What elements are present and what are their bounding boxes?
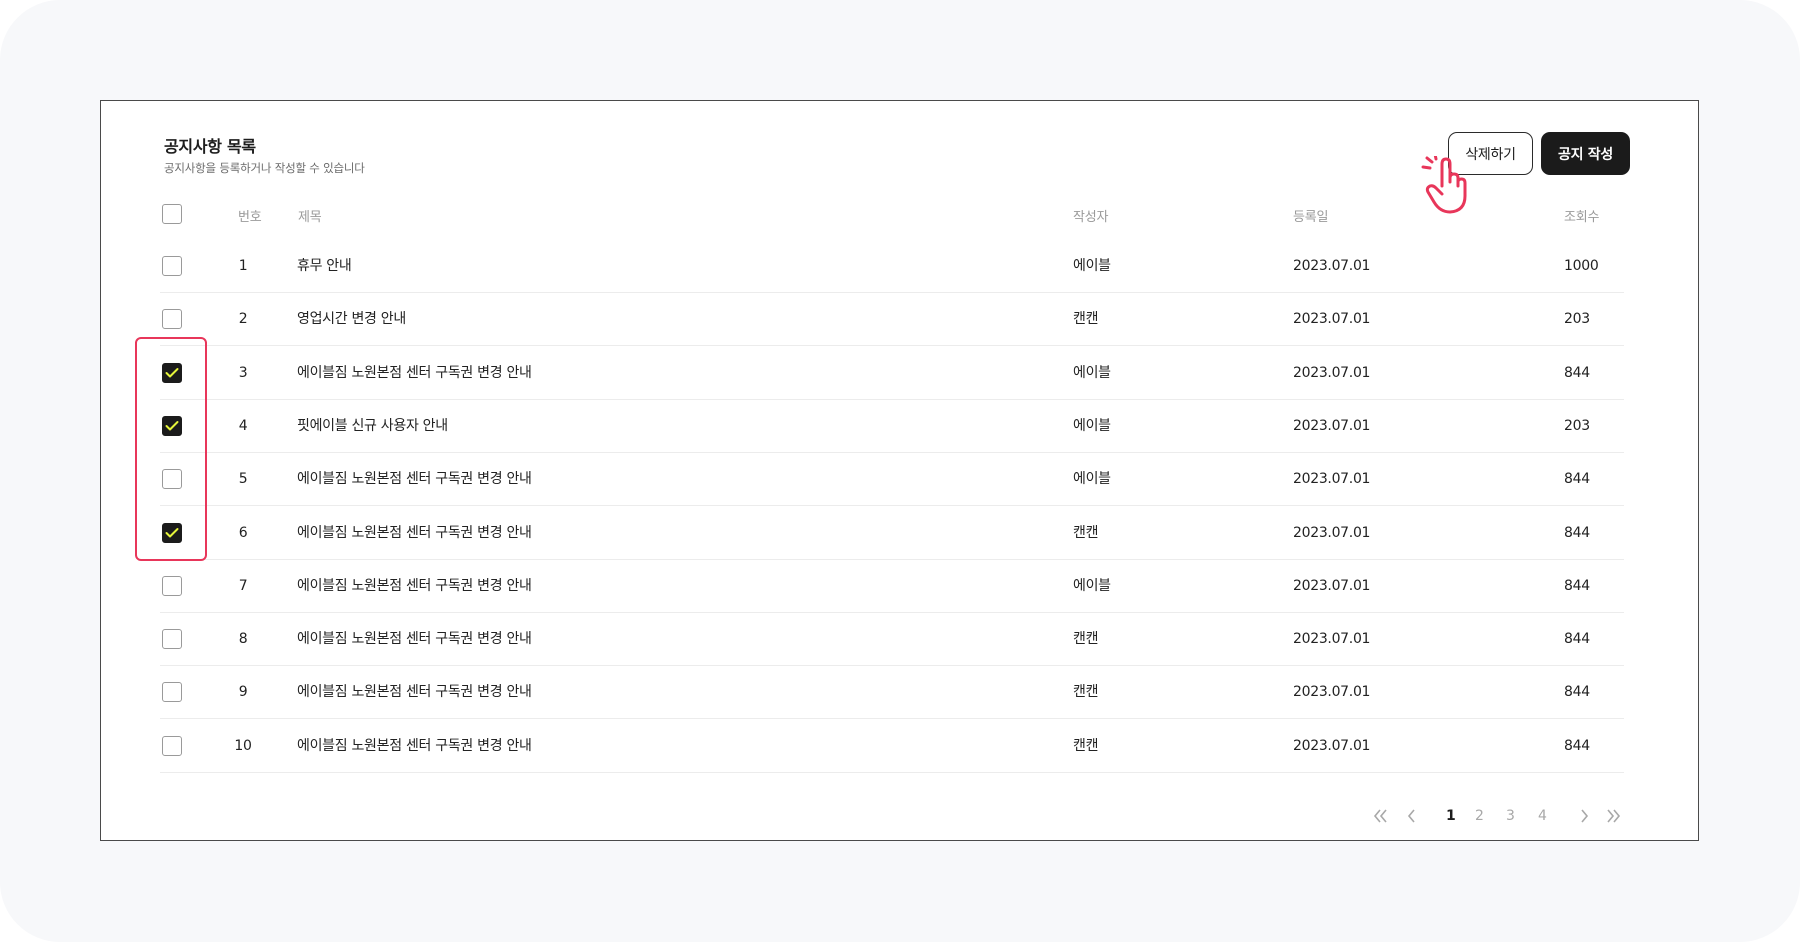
table-row[interactable]: 6 에이블짐 노원본점 센터 구독권 변경 안내 캔캔 2023.07.01 844: [160, 507, 1624, 560]
row-date: 2023.07.01: [1293, 631, 1371, 647]
row-title[interactable]: 에이블짐 노원본점 센터 구독권 변경 안내: [297, 347, 532, 400]
column-header-number: 번호: [238, 210, 262, 225]
row-author: 캔캔: [1073, 525, 1099, 541]
row-views: 1000: [1564, 258, 1599, 274]
row-author: 캔캔: [1073, 738, 1099, 754]
row-title[interactable]: 에이블짐 노원본점 센터 구독권 변경 안내: [297, 507, 532, 560]
table-row[interactable]: 4 핏에이블 신규 사용자 안내 에이블 2023.07.01 203: [160, 400, 1624, 453]
page-3[interactable]: 3: [1506, 806, 1515, 826]
row-author: 에이블: [1073, 578, 1111, 594]
row-author: 캔캔: [1073, 311, 1099, 327]
row-date: 2023.07.01: [1293, 365, 1371, 381]
row-number: 6: [238, 525, 248, 541]
row-author: 캔캔: [1073, 684, 1099, 700]
row-number: 7: [238, 578, 248, 594]
row-author: 에이블: [1073, 471, 1111, 487]
row-date: 2023.07.01: [1293, 684, 1371, 700]
column-header-date: 등록일: [1293, 210, 1329, 225]
row-title[interactable]: 핏에이블 신규 사용자 안내: [297, 400, 448, 453]
row-views: 203: [1564, 418, 1590, 434]
row-views: 844: [1564, 525, 1590, 541]
table-row[interactable]: 7 에이블짐 노원본점 센터 구독권 변경 안내 에이블 2023.07.01 844: [160, 560, 1624, 613]
row-date: 2023.07.01: [1293, 525, 1371, 541]
row-date: 2023.07.01: [1293, 258, 1371, 274]
page-4[interactable]: 4: [1538, 806, 1547, 826]
row-title[interactable]: 에이블짐 노원본점 센터 구독권 변경 안내: [297, 666, 532, 719]
row-author: 에이블: [1073, 258, 1111, 274]
row-author: 에이블: [1073, 418, 1111, 434]
row-number: 9: [238, 684, 248, 700]
row-author: 캔캔: [1073, 631, 1099, 647]
table-row[interactable]: 1 휴무 안내 에이블 2023.07.01 1000: [160, 240, 1624, 293]
row-title[interactable]: 에이블짐 노원본점 센터 구독권 변경 안내: [297, 613, 532, 666]
first-page-icon[interactable]: [1372, 808, 1388, 824]
last-page-icon[interactable]: [1606, 808, 1622, 824]
page-title: 공지사항 목록: [164, 137, 256, 156]
row-title[interactable]: 에이블짐 노원본점 센터 구독권 변경 안내: [297, 720, 532, 773]
row-date: 2023.07.01: [1293, 311, 1371, 327]
row-views: 844: [1564, 471, 1590, 487]
row-number: 1: [238, 258, 248, 274]
row-number: 4: [238, 418, 248, 434]
row-title[interactable]: 에이블짐 노원본점 센터 구독권 변경 안내: [297, 560, 532, 613]
column-header-title: 제목: [298, 210, 322, 225]
row-views: 844: [1564, 578, 1590, 594]
row-date: 2023.07.01: [1293, 471, 1371, 487]
page-1[interactable]: 1: [1446, 806, 1456, 826]
row-views: 844: [1564, 631, 1590, 647]
write-notice-button[interactable]: 공지 작성: [1541, 132, 1630, 175]
row-number: 2: [238, 311, 248, 327]
table-row[interactable]: 5 에이블짐 노원본점 센터 구독권 변경 안내 에이블 2023.07.01 844: [160, 453, 1624, 506]
pointer-hand-icon: [1421, 156, 1467, 214]
row-title[interactable]: 영업시간 변경 안내: [297, 293, 406, 346]
row-views: 844: [1564, 684, 1590, 700]
row-date: 2023.07.01: [1293, 578, 1371, 594]
row-number: 5: [238, 471, 248, 487]
previous-page-icon[interactable]: [1406, 808, 1418, 824]
row-views: 203: [1564, 311, 1590, 327]
column-header-views: 조회수: [1564, 210, 1600, 225]
next-page-icon[interactable]: [1578, 808, 1590, 824]
row-views: 844: [1564, 365, 1590, 381]
row-title[interactable]: 휴무 안내: [297, 240, 352, 293]
row-number: 8: [238, 631, 248, 647]
row-number: 10: [234, 738, 252, 754]
table-row[interactable]: 3 에이블짐 노원본점 센터 구독권 변경 안내 에이블 2023.07.01 844: [160, 347, 1624, 400]
row-number: 3: [238, 365, 248, 381]
page-subtitle: 공지사항을 등록하거나 작성할 수 있습니다: [164, 161, 365, 175]
row-date: 2023.07.01: [1293, 418, 1371, 434]
page-2[interactable]: 2: [1475, 806, 1484, 826]
row-author: 에이블: [1073, 365, 1111, 381]
table-row[interactable]: 10 에이블짐 노원본점 센터 구독권 변경 안내 캔캔 2023.07.01 844: [160, 720, 1624, 773]
row-title[interactable]: 에이블짐 노원본점 센터 구독권 변경 안내: [297, 453, 532, 506]
selection-highlight-box: [135, 337, 207, 561]
select-all-checkbox[interactable]: [162, 204, 182, 224]
column-header-author: 작성자: [1073, 210, 1109, 225]
table-row[interactable]: 9 에이블짐 노원본점 센터 구독권 변경 안내 캔캔 2023.07.01 844: [160, 666, 1624, 719]
row-date: 2023.07.01: [1293, 738, 1371, 754]
table-row[interactable]: 8 에이블짐 노원본점 센터 구독권 변경 안내 캔캔 2023.07.01 844: [160, 613, 1624, 666]
table-row[interactable]: 2 영업시간 변경 안내 캔캔 2023.07.01 203: [160, 293, 1624, 346]
row-views: 844: [1564, 738, 1590, 754]
